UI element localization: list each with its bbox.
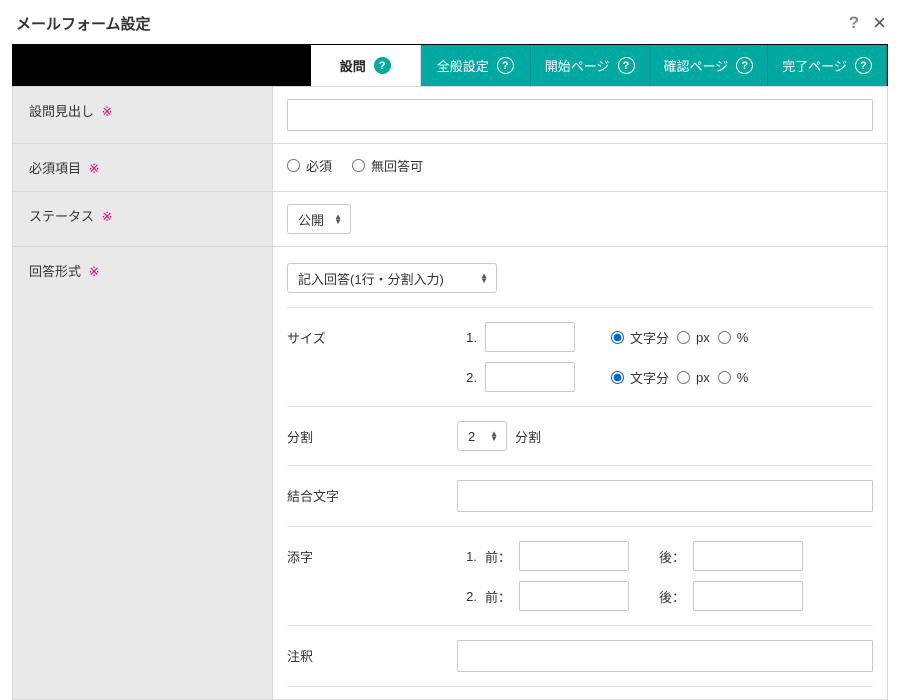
tab-confirm[interactable]: 確認ページ ? — [650, 45, 769, 86]
tab-start-label: 開始ページ — [545, 56, 610, 75]
help-icon[interactable]: ? — [849, 13, 859, 33]
subscript-row-2-number: 2. — [457, 589, 477, 604]
tab-confirm-label: 確認ページ — [664, 56, 729, 75]
close-icon[interactable]: × — [873, 12, 886, 34]
subscript-row-1-number: 1. — [457, 549, 477, 564]
split-suffix: 分割 — [515, 427, 541, 446]
size-row-2-number: 2. — [457, 370, 477, 385]
sublabel-split: 分割 — [287, 421, 457, 446]
format-select[interactable]: 記入回答(1行・分割入力) ▲▼ — [287, 263, 497, 293]
tab-start[interactable]: 開始ページ ? — [531, 45, 650, 86]
tab-general-label: 全般設定 — [437, 56, 489, 75]
tab-question[interactable]: 設問 ? — [311, 45, 421, 86]
size-2-unit-char[interactable]: 文字分 — [611, 368, 669, 387]
subscript-2-post-input[interactable] — [693, 581, 803, 611]
size-1-input[interactable] — [485, 322, 575, 352]
sublabel-annotation: 注釈 — [287, 640, 457, 665]
sublabel-size: サイズ — [287, 322, 457, 347]
help-icon[interactable]: ? — [374, 57, 391, 74]
size-row-1-number: 1. — [457, 330, 477, 345]
size-1-unit-px[interactable]: px — [677, 330, 710, 345]
radio-required-optional[interactable]: 無回答可 — [352, 156, 423, 175]
subscript-post-label: 後： — [659, 587, 685, 606]
row-label-format: 回答形式 ※ — [13, 247, 273, 700]
tab-bar: 設問 ? 全般設定 ? 開始ページ ? 確認ページ ? 完了ページ ? — [12, 44, 888, 86]
heading-input[interactable] — [287, 99, 873, 131]
help-icon[interactable]: ? — [736, 57, 753, 74]
help-icon[interactable]: ? — [497, 57, 514, 74]
tab-question-label: 設問 — [340, 56, 366, 75]
subscript-1-pre-input[interactable] — [519, 541, 629, 571]
subscript-pre-label: 前： — [485, 587, 511, 606]
tab-general[interactable]: 全般設定 ? — [421, 45, 531, 86]
row-label-status: ステータス ※ — [13, 192, 273, 246]
required-mark: ※ — [89, 264, 100, 279]
help-icon[interactable]: ? — [618, 57, 635, 74]
size-2-unit-pct[interactable]: % — [718, 370, 749, 385]
required-mark: ※ — [102, 209, 113, 224]
required-mark: ※ — [102, 104, 113, 119]
size-1-unit-char[interactable]: 文字分 — [611, 328, 669, 347]
subscript-pre-label: 前： — [485, 547, 511, 566]
status-select[interactable]: 公開 ▲▼ — [287, 204, 351, 234]
subscript-1-post-input[interactable] — [693, 541, 803, 571]
tab-finish-label: 完了ページ — [782, 56, 847, 75]
tab-finish[interactable]: 完了ページ ? — [768, 45, 887, 86]
chevron-updown-icon: ▲▼ — [490, 431, 498, 441]
split-select[interactable]: 2 ▲▼ — [457, 421, 507, 451]
sublabel-subscript: 添字 — [287, 541, 457, 566]
annotation-input[interactable] — [457, 640, 873, 672]
size-2-input[interactable] — [485, 362, 575, 392]
row-label-heading: 設問見出し ※ — [13, 87, 273, 143]
chevron-updown-icon: ▲▼ — [334, 214, 342, 224]
radio-required-must[interactable]: 必須 — [287, 156, 332, 175]
chevron-updown-icon: ▲▼ — [480, 273, 488, 283]
help-icon[interactable]: ? — [855, 57, 872, 74]
subscript-post-label: 後： — [659, 547, 685, 566]
size-2-unit-px[interactable]: px — [677, 370, 710, 385]
size-1-unit-pct[interactable]: % — [718, 330, 749, 345]
join-char-input[interactable] — [457, 480, 873, 512]
sublabel-join-char: 結合文字 — [287, 480, 457, 505]
required-mark: ※ — [89, 161, 100, 176]
row-label-required: 必須項目 ※ — [13, 144, 273, 191]
page-title: メールフォーム設定 — [16, 13, 151, 34]
subscript-2-pre-input[interactable] — [519, 581, 629, 611]
